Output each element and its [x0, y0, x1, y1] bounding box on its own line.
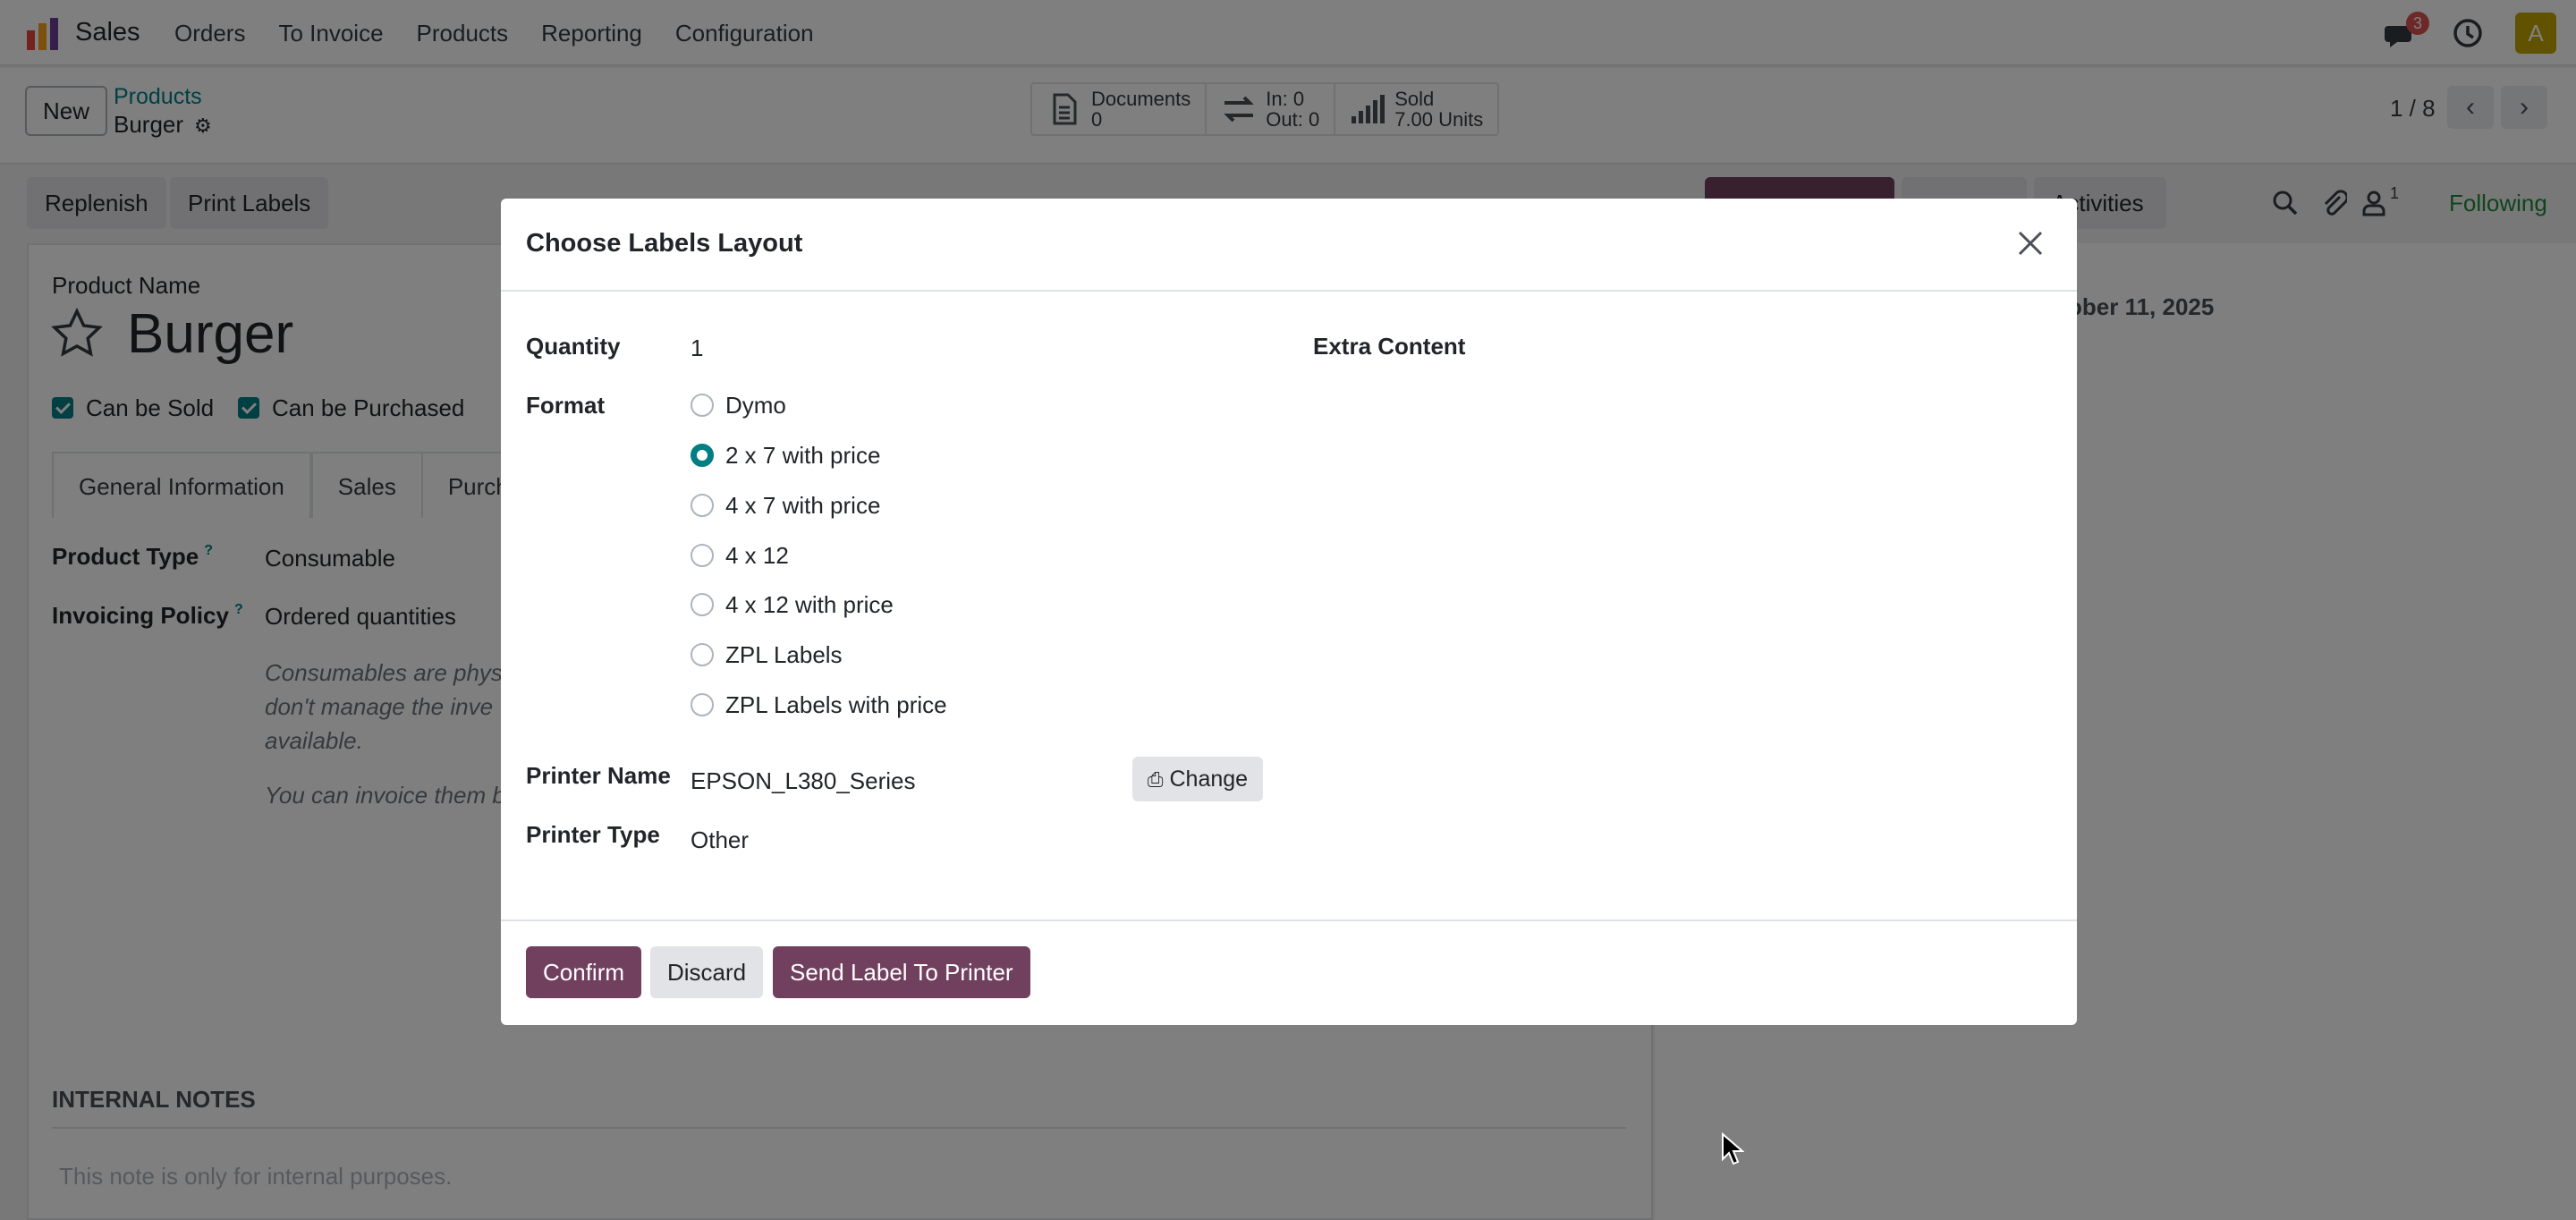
- change-printer-button[interactable]: ⎙ Change: [1132, 757, 1263, 801]
- extra-content-label: Extra Content: [1313, 333, 1466, 360]
- confirm-button[interactable]: Confirm: [526, 946, 642, 998]
- dialog-header: Choose Labels Layout: [501, 199, 2077, 292]
- format-label: Format: [526, 392, 606, 419]
- format-option-label: 4 x 7 with price: [725, 492, 881, 519]
- choose-labels-layout-dialog: Choose Labels Layout Quantity 1 Extra Co…: [501, 199, 2077, 1025]
- printer-icon: ⎙: [1147, 768, 1164, 791]
- format-option-label: 2 x 7 with price: [725, 442, 881, 469]
- format-option-label: ZPL Labels with price: [725, 691, 947, 718]
- extra-content-input[interactable]: [1485, 324, 2048, 365]
- mouse-cursor-icon: [1722, 1132, 1744, 1165]
- format-option-label: 4 x 12 with price: [725, 591, 894, 618]
- format-radio-zpl[interactable]: [691, 643, 714, 666]
- quantity-label: Quantity: [526, 333, 621, 360]
- format-radio-zpl-price[interactable]: [691, 693, 714, 716]
- printer-name-label: Printer Name: [526, 762, 671, 789]
- printer-type-value: Other: [691, 826, 750, 853]
- format-option-label: 4 x 12: [725, 542, 789, 569]
- format-option-label: Dymo: [725, 392, 786, 419]
- format-radio-dymo[interactable]: [691, 394, 714, 417]
- change-printer-label: Change: [1169, 767, 1249, 792]
- discard-button[interactable]: Discard: [650, 946, 764, 998]
- format-option-label: ZPL Labels: [725, 641, 843, 668]
- format-radio-4x12[interactable]: [691, 544, 714, 567]
- quantity-input[interactable]: 1: [691, 335, 703, 362]
- format-radio-4x7-price[interactable]: [691, 494, 714, 517]
- dialog-title: Choose Labels Layout: [526, 229, 803, 258]
- format-radio-4x12-price[interactable]: [691, 593, 714, 616]
- close-icon[interactable]: [2016, 229, 2045, 258]
- printer-type-label: Printer Type: [526, 821, 660, 848]
- printer-name-value: EPSON_L380_Series: [691, 767, 916, 794]
- send-label-to-printer-button[interactable]: Send Label To Printer: [773, 946, 1030, 998]
- format-radio-2x7-price[interactable]: [691, 444, 714, 467]
